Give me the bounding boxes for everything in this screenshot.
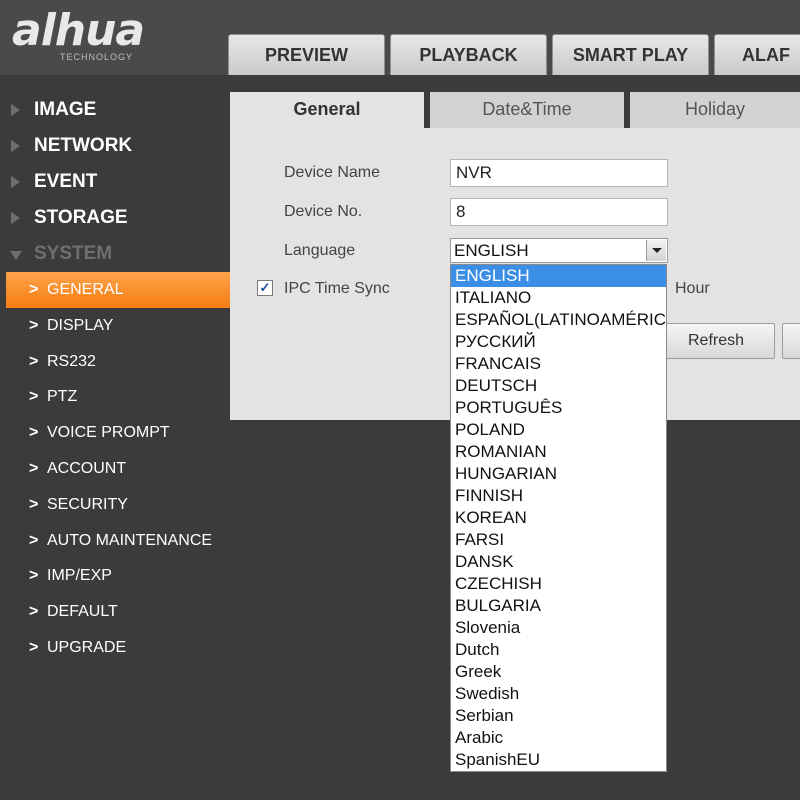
device-no-input[interactable] [450, 198, 668, 226]
language-option[interactable]: Swedish [451, 683, 666, 705]
sidebar-item-upgrade[interactable]: > UPGRADE [0, 630, 228, 666]
settings-tabs: General Date&Time Holiday [230, 92, 800, 128]
language-option[interactable]: KOREAN [451, 507, 666, 529]
sidebar-category-network[interactable]: NETWORK [0, 128, 228, 164]
tab-holiday[interactable]: Holiday [630, 92, 800, 128]
sidebar-item-label: VOICE PROMPT [47, 424, 170, 442]
tab-date-time[interactable]: Date&Time [430, 92, 630, 128]
ipc-time-sync-checkbox[interactable]: ✓ [257, 280, 273, 296]
tab-alarm[interactable]: ALAF [714, 34, 800, 75]
category-label: SYSTEM [34, 243, 113, 264]
sidebar-category-image[interactable]: IMAGE [0, 92, 228, 128]
sidebar-item-label: DEFAULT [47, 603, 118, 621]
sidebar-menu: IMAGE NETWORK EVENT STORAGE SYSTEM > GENE… [0, 92, 232, 666]
device-name-input[interactable] [450, 159, 668, 187]
chevron-right-icon: > [29, 603, 39, 621]
category-label: NETWORK [34, 135, 133, 156]
language-option[interactable]: FARSI [451, 529, 666, 551]
sidebar-item-label: DISPLAY [47, 316, 114, 334]
sidebar-item-label: RS232 [47, 352, 96, 370]
language-option[interactable]: РУССКИЙ [451, 331, 666, 353]
language-option[interactable]: PORTUGUÊS [451, 397, 666, 419]
chevron-right-icon: > [29, 638, 39, 656]
language-option[interactable]: DEUTSCH [451, 375, 666, 397]
language-option[interactable]: ESPAÑOL(LATINOAMÉRIC [451, 309, 666, 331]
language-option[interactable]: FRANCAIS [451, 353, 666, 375]
category-label: EVENT [34, 171, 98, 192]
sidebar-item-voice-prompt[interactable]: > VOICE PROMPT [0, 415, 228, 451]
expand-arrow-icon [11, 104, 20, 116]
language-option[interactable]: ITALIANO [451, 287, 666, 309]
expand-arrow-icon [11, 176, 20, 188]
sidebar-item-label: ACCOUNT [47, 459, 127, 477]
sidebar-item-ptz[interactable]: > PTZ [0, 379, 228, 415]
category-label: STORAGE [34, 207, 128, 228]
secondary-button[interactable] [782, 323, 800, 359]
language-option[interactable]: POLAND [451, 419, 666, 441]
sidebar-item-imp-exp[interactable]: > IMP/EXP [0, 558, 228, 594]
language-option[interactable]: Arabic [451, 727, 666, 749]
chevron-right-icon: > [29, 316, 39, 334]
chevron-right-icon: > [29, 424, 39, 442]
header-bar: alhua TECHNOLOGY PREVIEW PLAYBACK SMART … [0, 0, 800, 75]
hour-label: Hour [675, 280, 710, 297]
expand-arrow-icon [11, 140, 20, 152]
sidebar-item-label: PTZ [47, 388, 78, 406]
chevron-right-icon: > [29, 459, 39, 477]
sidebar-item-label: IMP/EXP [47, 567, 112, 585]
sidebar-item-label: UPGRADE [47, 638, 127, 656]
sidebar-item-rs232[interactable]: > RS232 [0, 344, 228, 380]
language-option[interactable]: ENGLISH [451, 265, 666, 287]
tab-playback[interactable]: PLAYBACK [390, 34, 547, 75]
logo-text: alhua [12, 5, 145, 56]
language-option[interactable]: CZECHISH [451, 573, 666, 595]
language-option[interactable]: Dutch [451, 639, 666, 661]
dahua-logo: alhua TECHNOLOGY [12, 6, 192, 64]
language-option[interactable]: HUNGARIAN [451, 463, 666, 485]
chevron-right-icon: > [29, 388, 39, 406]
chevron-right-icon: > [29, 495, 39, 513]
sidebar-item-label: SECURITY [47, 495, 128, 513]
category-label: IMAGE [34, 99, 97, 120]
chevron-right-icon: > [29, 531, 39, 549]
language-option[interactable]: BULGARIA [451, 595, 666, 617]
tab-smart-play[interactable]: SMART PLAY [552, 34, 709, 75]
language-dropdown-list: ENGLISH ITALIANO ESPAÑOL(LATINOAMÉRIC РУССК… [450, 264, 667, 772]
sidebar-item-account[interactable]: > ACCOUNT [0, 451, 228, 487]
device-no-label: Device No. [284, 203, 363, 220]
language-option[interactable]: SpanishEU [451, 749, 666, 771]
ipc-time-sync-label: IPC Time Sync [284, 280, 390, 297]
sidebar-item-display[interactable]: > DISPLAY [0, 308, 228, 344]
device-name-label: Device Name [284, 164, 381, 181]
sidebar-item-security[interactable]: > SECURITY [0, 487, 228, 523]
sidebar-item-default[interactable]: > DEFAULT [0, 594, 228, 630]
sidebar-category-system[interactable]: SYSTEM [0, 236, 228, 272]
refresh-button[interactable]: Refresh [657, 323, 775, 359]
logo-subtitle: TECHNOLOGY [60, 52, 134, 62]
tab-preview[interactable]: PREVIEW [228, 34, 385, 75]
sidebar-category-storage[interactable]: STORAGE [0, 200, 228, 236]
language-option[interactable]: ROMANIAN [451, 441, 666, 463]
language-option[interactable]: Slovenia [451, 617, 666, 639]
language-option[interactable]: Greek [451, 661, 666, 683]
language-label: Language [284, 242, 356, 259]
chevron-right-icon: > [29, 567, 39, 585]
collapse-arrow-icon [10, 251, 22, 260]
sidebar-category-event[interactable]: EVENT [0, 164, 228, 200]
language-option[interactable]: DANSK [451, 551, 666, 573]
expand-arrow-icon [11, 212, 20, 224]
language-select[interactable]: ENGLISH [450, 238, 668, 263]
language-selected-value: ENGLISH [454, 241, 529, 260]
language-option[interactable]: FINNISH [451, 485, 666, 507]
dropdown-arrow-icon[interactable] [646, 240, 666, 261]
sidebar-item-auto-maintenance[interactable]: > AUTO MAINTENANCE [0, 523, 228, 559]
sidebar-item-general[interactable]: > GENERAL [6, 272, 232, 308]
sidebar-item-label: GENERAL [47, 281, 124, 298]
language-option[interactable]: Serbian [451, 705, 666, 727]
chevron-right-icon: > [29, 281, 39, 298]
chevron-right-icon: > [29, 352, 39, 370]
sidebar-item-label: AUTO MAINTENANCE [47, 531, 213, 549]
tab-general[interactable]: General [230, 92, 430, 128]
